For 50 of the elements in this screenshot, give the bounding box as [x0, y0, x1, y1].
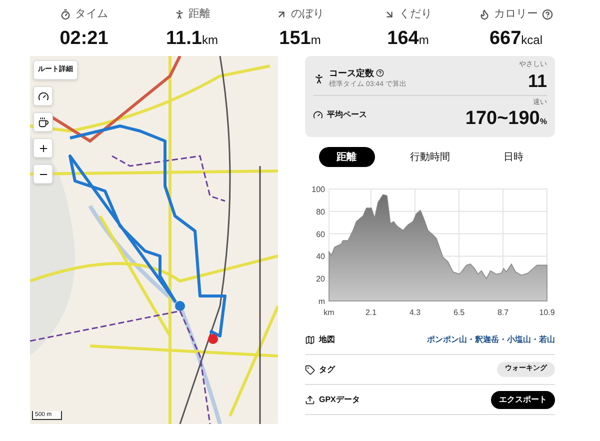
map-icon — [305, 334, 315, 344]
stat-value: 667kcal — [489, 26, 543, 50]
pace-title: 平均ペース — [327, 109, 367, 122]
x-tick-label: km — [324, 308, 334, 317]
zoom-in-button[interactable] — [33, 138, 53, 158]
stat-icon — [174, 8, 184, 20]
y-tick-label: 40 — [316, 252, 325, 262]
stat-value: 151m — [279, 26, 321, 50]
y-tick-label: 60 — [316, 230, 325, 239]
course-value: 11 — [528, 70, 547, 90]
x-tick-label: 4.3 — [409, 308, 421, 317]
course-title: コース定数 — [329, 66, 374, 80]
row-label: GPXデータ — [319, 394, 360, 406]
stat-value: 11.1km — [166, 26, 218, 50]
x-tick-label: 2.1 — [365, 308, 377, 317]
stat-label: くだり — [399, 7, 432, 22]
stat-icon — [60, 8, 71, 20]
stat-label: のぼり — [291, 7, 324, 22]
x-tick-label: 6.5 — [453, 308, 465, 317]
tag-icon — [305, 364, 315, 374]
gauge-icon — [38, 90, 48, 102]
stat-icon — [384, 8, 395, 20]
cup-button[interactable] — [33, 112, 53, 132]
x-tick-label: 10.9 — [539, 308, 555, 317]
y-tick-label: 100 — [312, 185, 325, 194]
pace-value: 170~190% — [465, 108, 547, 131]
help-icon[interactable] — [376, 69, 384, 78]
cup-icon — [38, 116, 48, 128]
help-icon[interactable] — [542, 8, 553, 20]
stat-value: 164m — [387, 26, 429, 50]
chart-tab[interactable]: 距離 — [318, 147, 375, 167]
y-tick-label: m — [318, 297, 325, 306]
row-label: 地図 — [319, 334, 335, 346]
y-tick-label: 80 — [316, 207, 325, 216]
export-button[interactable]: エクスポート — [491, 390, 555, 408]
gauge-button[interactable] — [33, 86, 53, 106]
y-tick-label: 20 — [316, 274, 325, 284]
upload-icon — [305, 394, 315, 404]
plus-icon — [38, 142, 48, 154]
stat-icon — [479, 8, 490, 20]
stat-label: タイム — [75, 7, 108, 22]
stat-value: 02:21 — [60, 26, 108, 50]
gauge-icon — [313, 110, 323, 120]
stat-label: 距離 — [188, 7, 210, 22]
row-label: タグ — [319, 364, 335, 376]
hiker-icon — [313, 72, 325, 84]
x-tick-label: 8.7 — [497, 308, 509, 317]
map-link[interactable]: ポンポン山・釈迦岳・小塩山・若山 — [427, 334, 555, 346]
stat-icon — [276, 8, 287, 20]
stat-label: カロリー — [494, 7, 538, 22]
